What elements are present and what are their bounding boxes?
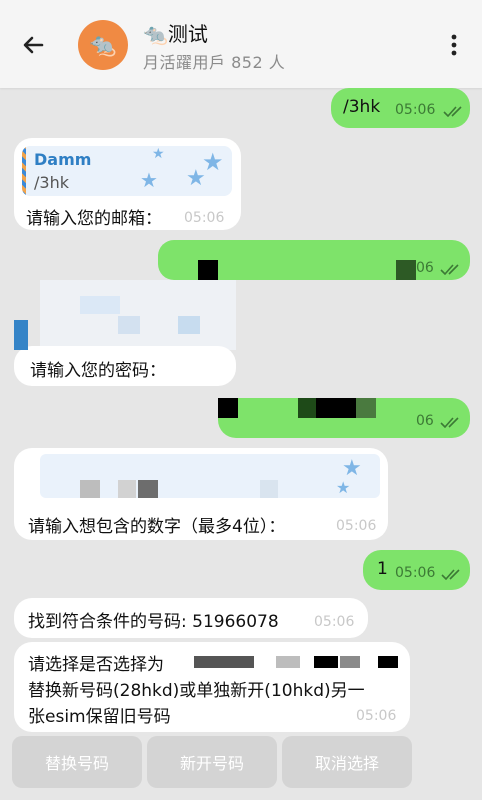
double-check-icon (440, 417, 459, 428)
message-text: 请输入您的密码： (30, 361, 166, 381)
star-icon: ★ (140, 168, 158, 192)
new-number-button[interactable]: 新开号码 (147, 736, 277, 788)
group-avatar[interactable]: 🐀 (78, 20, 128, 70)
cancel-selection-button[interactable]: 取消选择 (282, 736, 412, 788)
more-options-icon[interactable] (442, 30, 466, 60)
reply-name: Damm (34, 150, 92, 169)
blurred-content (40, 280, 236, 350)
message-text: /3hk (343, 97, 381, 117)
redaction-block (356, 398, 376, 418)
outgoing-message[interactable]: 06 (218, 398, 470, 438)
message-list[interactable]: /3hk 05:06 Damm /3hk ★ ★ ★ ★ 请输入您的邮箱： 05… (0, 88, 482, 800)
replace-number-button[interactable]: 替换号码 (12, 736, 142, 788)
double-check-icon (443, 106, 462, 117)
reply-bar (22, 146, 26, 196)
message-time: 06 (416, 413, 434, 429)
double-check-icon (441, 569, 460, 580)
message-time: 05:06 (336, 518, 377, 534)
message-text: 1 (377, 559, 388, 579)
outgoing-message[interactable]: 06 (158, 240, 470, 280)
message-line: 替换新号码(28hkd)或单独新开(10hkd)另一 (28, 681, 365, 701)
incoming-message[interactable]: ★ ★ 请输入想包含的数字（最多4位）： 05:06 (14, 448, 388, 540)
redaction-block (378, 656, 398, 668)
message-text: 请输入想包含的数字（最多4位）： (28, 517, 286, 537)
member-count: 月活躍用戶 852 人 (143, 53, 286, 72)
redaction-block (198, 260, 218, 280)
message-time: 05:06 (356, 708, 397, 724)
message-line: 张esim保留旧号码 (28, 707, 171, 727)
message-text: 请输入您的邮箱： (26, 209, 162, 229)
redaction-block (316, 398, 356, 418)
message-time: 05:06 (395, 102, 436, 118)
message-time: 05:06 (395, 565, 436, 581)
outgoing-message[interactable]: 1 05:06 (363, 550, 470, 590)
rat-icon: 🐀 (89, 32, 117, 58)
reply-text: /3hk (34, 173, 69, 192)
incoming-message[interactable]: Damm /3hk ★ ★ ★ ★ 请输入您的邮箱： 05:06 (14, 138, 241, 230)
chat-header: 🐀 🐀测试 月活躍用戶 852 人 (0, 0, 482, 88)
double-check-icon (440, 264, 459, 275)
incoming-message[interactable]: 请选择是否选择为 替换新号码(28hkd)或单独新开(10hkd)另一 张esi… (14, 642, 410, 732)
reply-preview[interactable]: Damm /3hk ★ ★ ★ ★ (22, 146, 232, 196)
star-icon: ★ (202, 148, 224, 176)
incoming-message[interactable]: 找到符合条件的号码: 51966078 05:06 (14, 598, 368, 638)
reply-preview[interactable]: ★ ★ (40, 454, 380, 498)
message-line: 请选择是否选择为 (28, 655, 164, 675)
redaction-block (218, 398, 238, 418)
blue-tab (14, 320, 28, 350)
message-time: 05:06 (184, 210, 225, 226)
chat-title[interactable]: 🐀测试 (143, 18, 208, 47)
back-arrow-icon[interactable] (18, 30, 48, 60)
redaction-block (276, 656, 300, 668)
star-icon: ★ (152, 146, 165, 162)
redaction-block (194, 656, 254, 668)
star-icon: ★ (336, 478, 351, 497)
inline-keyboard: 替换号码 新开号码 取消选择 (12, 736, 472, 788)
message-text: 找到符合条件的号码: 51966078 (28, 612, 279, 632)
message-time: 06 (416, 260, 434, 276)
redaction-block (314, 656, 338, 668)
redaction-block (340, 656, 360, 668)
message-time: 05:06 (314, 614, 355, 630)
redaction-block (298, 398, 316, 418)
incoming-message[interactable]: 请输入您的密码： (14, 320, 236, 386)
outgoing-message[interactable]: /3hk 05:06 (331, 88, 470, 128)
redaction-block (396, 260, 416, 280)
